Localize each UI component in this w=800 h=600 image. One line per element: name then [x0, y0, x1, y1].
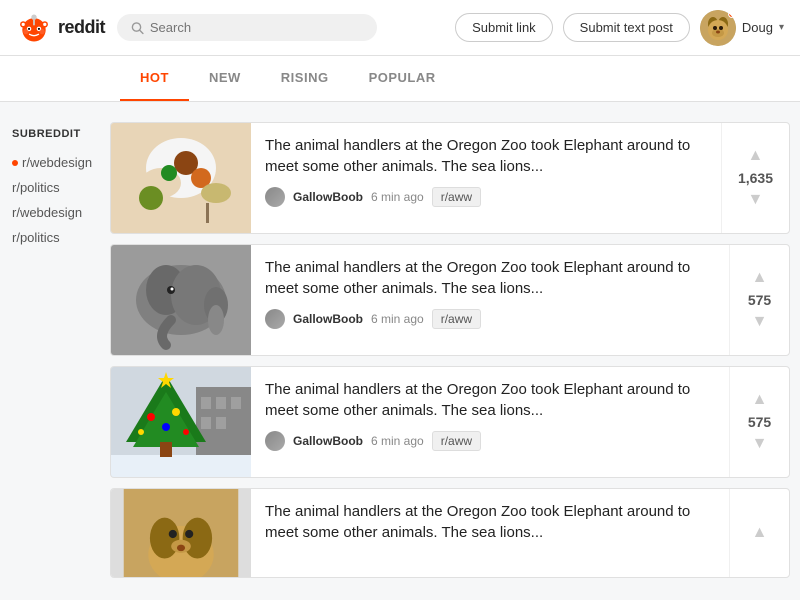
- sidebar-item-webdesign2[interactable]: r/webdesign: [12, 200, 98, 225]
- notification-dot: [728, 10, 736, 18]
- user-menu[interactable]: Doug ▾: [700, 10, 784, 46]
- username: Doug: [742, 20, 773, 35]
- sidebar-heading: SUBREDDIT: [12, 128, 98, 140]
- vote-area: ▲ 575 ▼: [729, 367, 789, 477]
- sidebar-item-webdesign1[interactable]: r/webdesign: [12, 150, 98, 175]
- tab-popular[interactable]: POPULAR: [349, 56, 456, 101]
- sidebar-item-politics1[interactable]: r/politics: [12, 175, 98, 200]
- post-meta: GallowBoob 6 min ago r/aww: [265, 187, 707, 207]
- post-meta: GallowBoob 6 min ago r/aww: [265, 431, 715, 451]
- search-icon: [131, 21, 144, 35]
- thumbnail-dog-image: [111, 489, 251, 578]
- post-title[interactable]: The animal handlers at the Oregon Zoo to…: [265, 257, 715, 299]
- notification-indicator: [12, 160, 18, 166]
- downvote-button[interactable]: ▼: [746, 190, 766, 210]
- upvote-button[interactable]: ▲: [750, 390, 770, 410]
- thumbnail-xmas-image: [111, 367, 251, 477]
- avatar: [700, 10, 736, 46]
- vote-area: ▲: [729, 489, 789, 577]
- post-time: 6 min ago: [371, 434, 424, 448]
- vote-count: 575: [748, 292, 771, 308]
- post-thumbnail[interactable]: [111, 245, 251, 355]
- vote-count: 575: [748, 414, 771, 430]
- header-actions: Submit link Submit text post Doug: [455, 10, 784, 46]
- post-thumbnail[interactable]: [111, 489, 251, 578]
- post-title[interactable]: The animal handlers at the Oregon Zoo to…: [265, 135, 707, 177]
- poster-name[interactable]: GallowBoob: [293, 190, 363, 204]
- poster-avatar: [265, 309, 285, 329]
- post-thumbnail[interactable]: [111, 123, 251, 233]
- search-bar[interactable]: [117, 14, 377, 41]
- logo[interactable]: reddit: [16, 10, 105, 46]
- sidebar-item-label: r/politics: [12, 230, 60, 245]
- upvote-button[interactable]: ▲: [746, 146, 766, 166]
- post-title[interactable]: The animal handlers at the Oregon Zoo to…: [265, 501, 715, 543]
- post-meta: GallowBoob 6 min ago r/aww: [265, 309, 715, 329]
- subreddit-tag[interactable]: r/aww: [432, 309, 481, 329]
- sidebar-item-label: r/politics: [12, 180, 60, 195]
- main-feed: The animal handlers at the Oregon Zoo to…: [110, 112, 800, 598]
- poster-avatar: [265, 431, 285, 451]
- post-card: The animal handlers at the Oregon Zoo to…: [110, 488, 790, 578]
- logo-text: reddit: [58, 17, 105, 38]
- post-content: The animal handlers at the Oregon Zoo to…: [251, 489, 729, 577]
- subreddit-tag[interactable]: r/aww: [432, 187, 481, 207]
- post-time: 6 min ago: [371, 312, 424, 326]
- tab-rising[interactable]: RISING: [261, 56, 349, 101]
- upvote-button[interactable]: ▲: [750, 523, 770, 543]
- downvote-button[interactable]: ▼: [750, 434, 770, 454]
- post-title[interactable]: The animal handlers at the Oregon Zoo to…: [265, 379, 715, 421]
- nav-tabs: HOT NEW RISING POPULAR: [0, 56, 800, 102]
- post-time: 6 min ago: [371, 190, 424, 204]
- poster-avatar: [265, 187, 285, 207]
- sidebar: SUBREDDIT r/webdesign r/politics r/webde…: [0, 112, 110, 598]
- vote-area: ▲ 575 ▼: [729, 245, 789, 355]
- post-card: The animal handlers at the Oregon Zoo to…: [110, 366, 790, 478]
- reddit-logo-icon: [16, 10, 52, 46]
- search-input[interactable]: [150, 20, 363, 35]
- subreddit-tag[interactable]: r/aww: [432, 431, 481, 451]
- chevron-down-icon: ▾: [779, 22, 784, 33]
- main-layout: SUBREDDIT r/webdesign r/politics r/webde…: [0, 102, 800, 598]
- vote-count: 1,635: [738, 170, 773, 186]
- sidebar-item-label: r/webdesign: [22, 155, 92, 170]
- poster-name[interactable]: GallowBoob: [293, 312, 363, 326]
- downvote-button[interactable]: ▼: [750, 312, 770, 332]
- tab-hot[interactable]: HOT: [120, 56, 189, 101]
- post-content: The animal handlers at the Oregon Zoo to…: [251, 123, 721, 233]
- header: reddit Submit link Submit text post: [0, 0, 800, 56]
- poster-name[interactable]: GallowBoob: [293, 434, 363, 448]
- thumbnail-food-image: [111, 123, 251, 233]
- thumbnail-elephant-image: [111, 245, 251, 355]
- vote-area: ▲ 1,635 ▼: [721, 123, 789, 233]
- submit-link-button[interactable]: Submit link: [455, 13, 553, 42]
- post-card: The animal handlers at the Oregon Zoo to…: [110, 244, 790, 356]
- post-content: The animal handlers at the Oregon Zoo to…: [251, 367, 729, 477]
- post-card: The animal handlers at the Oregon Zoo to…: [110, 122, 790, 234]
- post-content: The animal handlers at the Oregon Zoo to…: [251, 245, 729, 355]
- submit-text-button[interactable]: Submit text post: [563, 13, 690, 42]
- upvote-button[interactable]: ▲: [750, 268, 770, 288]
- sidebar-item-politics2[interactable]: r/politics: [12, 225, 98, 250]
- sidebar-item-label: r/webdesign: [12, 205, 82, 220]
- post-thumbnail[interactable]: [111, 367, 251, 477]
- tab-new[interactable]: NEW: [189, 56, 261, 101]
